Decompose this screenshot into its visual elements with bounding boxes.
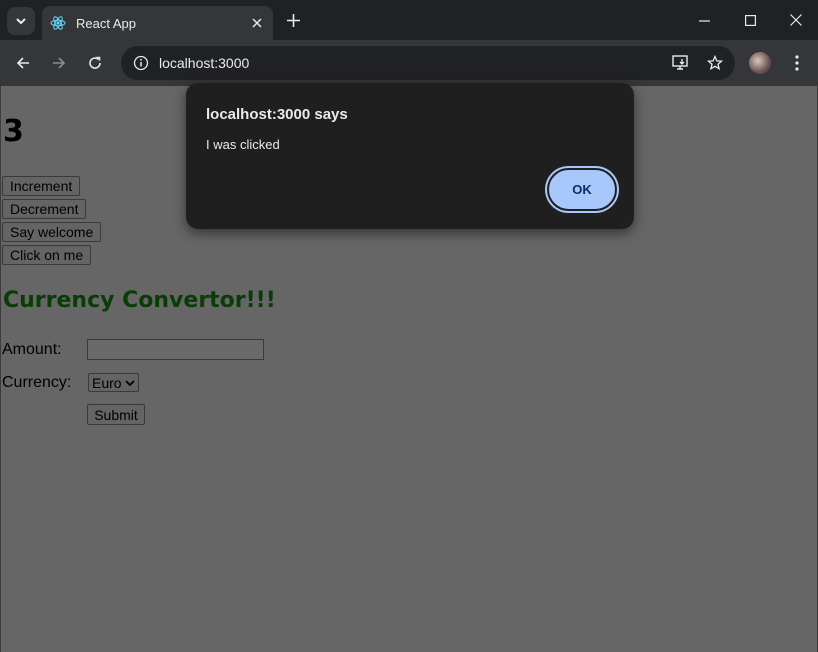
reload-button[interactable] [81,49,109,77]
address-bar[interactable]: localhost:3000 [121,46,735,80]
maximize-icon [744,14,756,26]
click-on-me-button[interactable]: Click on me [2,245,92,265]
currency-label: Currency: [2,374,72,391]
dialog-message: I was clicked [206,137,280,152]
close-icon [790,14,802,26]
window-close-button[interactable] [773,6,818,34]
chevron-down-icon [16,18,26,25]
react-icon [50,15,66,31]
ok-button[interactable]: OK [547,168,617,211]
amount-label: Amount: [2,341,62,358]
reload-icon [89,56,101,69]
tab-search-button[interactable] [7,7,35,35]
counter-value: 3 [3,114,24,149]
currency-select[interactable]: Euro [88,373,139,392]
url-text[interactable]: localhost:3000 [159,55,667,71]
submit-button[interactable]: Submit [87,404,145,425]
back-button[interactable] [9,49,37,77]
forward-arrow-icon [53,57,66,69]
minimize-icon [698,19,710,22]
minimize-button[interactable] [681,6,727,34]
say-welcome-button[interactable]: Say welcome [2,222,102,242]
forward-button[interactable] [45,49,73,77]
new-tab-button[interactable] [281,8,305,32]
kebab-menu-icon [795,55,799,71]
star-icon[interactable] [701,49,729,77]
amount-input[interactable] [87,339,264,360]
chevron-down-icon [124,379,135,386]
increment-button[interactable]: Increment [2,176,81,196]
browser-tab[interactable]: React App [42,6,273,40]
currency-heading: Currency Convertor!!! [3,288,276,313]
browser-toolbar: localhost:3000 [0,40,818,86]
maximize-button[interactable] [727,6,773,34]
plus-icon [286,13,300,27]
profile-avatar[interactable] [749,52,771,74]
browser-menu-button[interactable] [783,49,811,77]
decrement-button[interactable]: Decrement [2,199,87,219]
install-app-icon[interactable] [667,49,695,77]
currency-selected-value: Euro [92,374,122,391]
alert-dialog: localhost:3000 says I was clicked OK [186,83,634,229]
tab-strip: React App [0,0,818,40]
site-info-icon[interactable] [131,53,151,73]
back-arrow-icon [16,57,29,69]
dialog-title: localhost:3000 says [206,106,348,123]
tab-close-icon[interactable] [249,15,265,31]
tab-title: React App [76,15,136,31]
